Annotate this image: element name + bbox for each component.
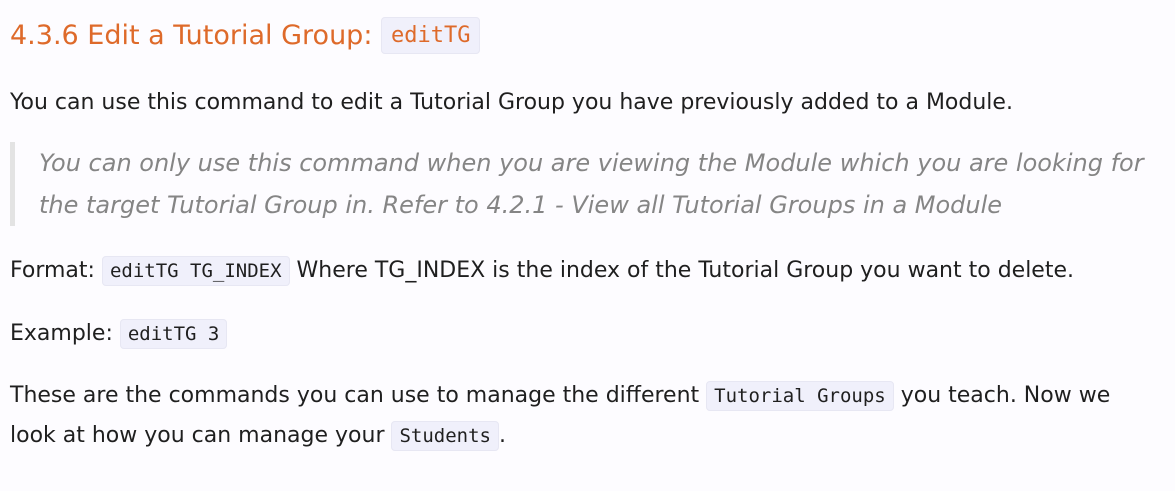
format-description: Where TG_INDEX is the index of the Tutor… (289, 258, 1075, 283)
note-text: You can only use this command when you a… (39, 149, 1144, 219)
section-heading: 4.3.6 Edit a Tutorial Group: editTG (10, 14, 481, 60)
format-label: Format: (10, 258, 102, 283)
example-label: Example: (10, 321, 120, 346)
closing-text-3: . (499, 423, 506, 448)
intro-paragraph: You can use this command to edit a Tutor… (10, 90, 1013, 115)
example-code: editTG 3 (119, 319, 228, 349)
closing-paragraph: These are the commands you can use to ma… (10, 376, 1160, 456)
format-paragraph: Format: editTG TG_INDEX Where TG_INDEX i… (10, 251, 1074, 291)
students-code: Students (391, 421, 499, 451)
note-blockquote: You can only use this command when you a… (10, 142, 1170, 226)
heading-command-code: editTG (381, 17, 481, 54)
example-paragraph: Example: editTG 3 (10, 314, 228, 354)
heading-text: 4.3.6 Edit a Tutorial Group: (10, 20, 381, 51)
format-code: editTG TG_INDEX (101, 256, 290, 286)
tutorial-groups-code: Tutorial Groups (706, 381, 894, 411)
closing-text-1: These are the commands you can use to ma… (10, 383, 707, 408)
